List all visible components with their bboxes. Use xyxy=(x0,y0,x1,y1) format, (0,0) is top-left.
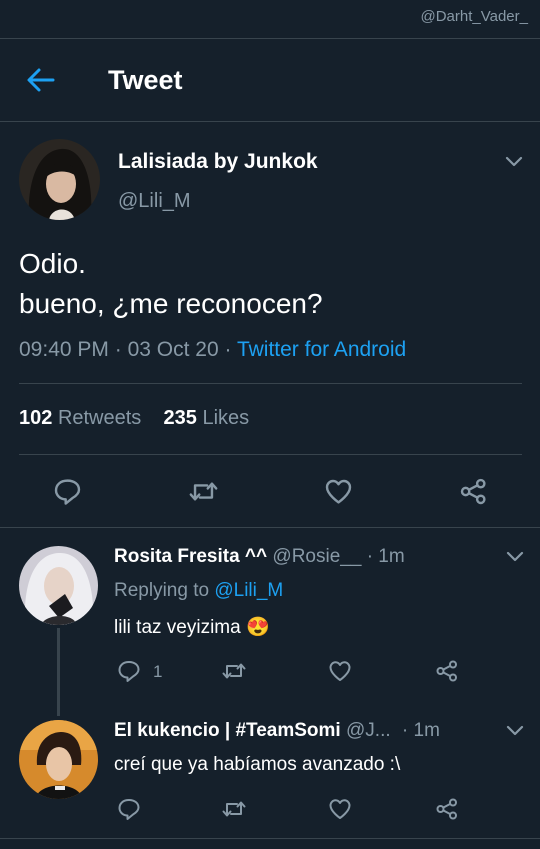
tweet-time: 09:40 PM xyxy=(19,338,109,361)
tweet-source-link[interactable]: Twitter for Android xyxy=(237,338,406,361)
reply-icon[interactable] xyxy=(53,477,82,506)
chevron-down-icon[interactable] xyxy=(506,725,524,737)
likes-stat[interactable]: 235 Likes xyxy=(164,407,250,429)
tweet-text: Odio. bueno, ¿me reconocen? xyxy=(19,244,323,324)
reply-time: 1m xyxy=(413,720,440,741)
reply-header: Rosita Fresita ^^ @Rosie__ · 1m xyxy=(114,546,405,568)
thread-line xyxy=(57,628,60,716)
meta-separator: · xyxy=(224,338,232,361)
share-icon[interactable] xyxy=(435,797,459,821)
tweet-meta: 09:40 PM · 03 Oct 20 · Twitter for Andro… xyxy=(19,338,406,362)
reply-author-name[interactable]: Rosita Fresita ^^ xyxy=(114,546,267,567)
retweets-label: Retweets xyxy=(57,407,142,429)
tweet-date: 03 Oct 20 xyxy=(127,338,219,361)
reply-text: creí que ya habíamos avanzado :\ xyxy=(114,754,401,775)
like-icon[interactable] xyxy=(328,659,352,683)
reply-author-handle[interactable]: @J... xyxy=(346,720,391,741)
like-icon[interactable] xyxy=(328,797,352,821)
reply-text: lili taz veyizima 😍 xyxy=(114,615,270,639)
reply-time: 1m xyxy=(378,546,405,567)
page-title: Tweet xyxy=(108,65,183,95)
chevron-down-icon[interactable] xyxy=(506,551,524,563)
heart-eyes-emoji-icon: 😍 xyxy=(245,617,270,638)
author-name[interactable]: Lalisiada by Junkok xyxy=(118,150,318,174)
replying-to-link[interactable]: @Lili_M xyxy=(214,580,283,601)
retweet-icon[interactable] xyxy=(188,477,219,506)
retweet-icon[interactable] xyxy=(221,797,247,821)
like-icon[interactable] xyxy=(324,477,353,506)
retweets-stat[interactable]: 102 Retweets xyxy=(19,407,141,429)
reply-icon[interactable] xyxy=(117,659,141,683)
likes-label: Likes xyxy=(202,407,250,429)
reply-author-name[interactable]: El kukencio | #TeamSomi xyxy=(114,720,341,741)
author-handle[interactable]: @Lili_M xyxy=(118,190,191,213)
retweet-icon[interactable] xyxy=(221,659,247,683)
back-arrow-icon[interactable] xyxy=(26,67,56,93)
watermark: @Darht_Vader_ xyxy=(420,8,528,25)
replying-prefix: Replying to xyxy=(114,580,210,601)
chevron-down-icon[interactable] xyxy=(505,156,523,168)
top-bar: Tweet xyxy=(0,38,540,122)
tweet-stats: 102 Retweets 235 Likes xyxy=(19,407,249,430)
reply-avatar[interactable] xyxy=(19,546,98,625)
divider xyxy=(19,383,522,384)
divider xyxy=(0,838,540,839)
retweets-count: 102 xyxy=(19,407,53,429)
reply-dot: · xyxy=(401,720,409,741)
reply-icon[interactable] xyxy=(117,797,141,821)
likes-count: 235 xyxy=(163,407,197,429)
share-icon[interactable] xyxy=(459,477,488,506)
reply-avatar[interactable] xyxy=(19,720,98,799)
meta-separator: · xyxy=(114,338,122,361)
share-icon[interactable] xyxy=(435,659,459,683)
divider xyxy=(0,527,540,528)
reply-header: El kukencio | #TeamSomi @J... · 1m xyxy=(114,720,440,742)
replying-to: Replying to @Lili_M xyxy=(114,580,283,602)
tweet-text-line: Odio. xyxy=(19,248,86,279)
reply-count: 1 xyxy=(153,662,163,681)
reply-author-handle[interactable]: @Rosie__ xyxy=(272,546,361,567)
author-avatar[interactable] xyxy=(19,139,100,220)
reply-text-body: lili taz veyizima xyxy=(114,617,241,638)
reply-dot: · xyxy=(366,546,374,567)
tweet-text-line: bueno, ¿me reconocen? xyxy=(19,288,323,319)
divider xyxy=(19,454,522,455)
